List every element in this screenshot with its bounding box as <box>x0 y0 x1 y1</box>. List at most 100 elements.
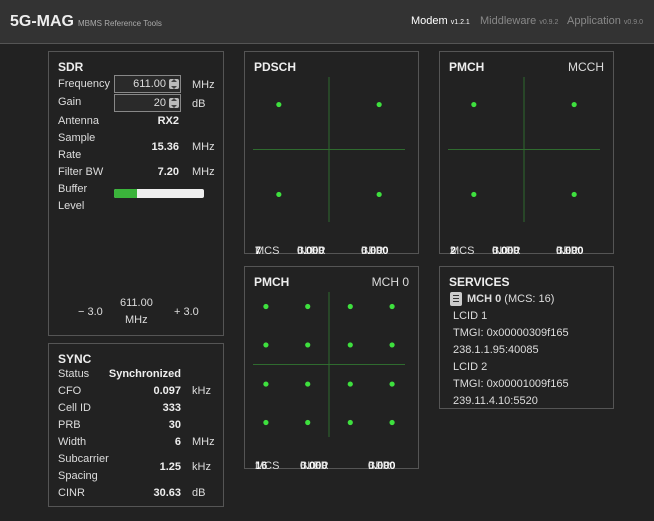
cinr-value: 30.63 <box>153 487 181 499</box>
constellation-point <box>571 191 577 198</box>
sample-rate-label-2: Rate <box>58 149 82 161</box>
width-label: Width <box>58 436 87 448</box>
nav-application-label: Application <box>567 15 621 27</box>
subcarrier-spacing-value: 1.25 <box>159 461 181 473</box>
pmch-mcch-subtitle: MCCH <box>568 60 604 74</box>
mch-entry[interactable]: MCH 0 (MCS: 16) <box>467 291 554 308</box>
pmch-mch0-ber-label: BER <box>368 460 391 472</box>
service-list-icon[interactable] <box>450 292 462 306</box>
cinr-unit: dB <box>192 487 206 499</box>
pdsch-mcs: MCS 7 <box>255 245 279 257</box>
pmch-mcch-panel: PMCH MCCH MCS 2 BLER 0.000 BER 0.000 <box>439 51 614 257</box>
cinr-label: CINR <box>58 487 85 499</box>
prb-value: 30 <box>168 419 181 431</box>
constellation-point <box>389 381 395 387</box>
subcarrier-spacing-label-1: Subcarrier <box>58 453 109 465</box>
pmch-mcch-ber-label: BER <box>556 245 579 257</box>
constellation-point <box>305 419 311 426</box>
pmch-mcch-bler-label: BLER <box>492 245 521 257</box>
status-label: Status <box>58 368 90 380</box>
sync-panel: SYNC Status Synchronized CFO 0.097 kHz C… <box>48 343 224 507</box>
pdsch-ber-label: BER <box>361 245 384 257</box>
subcarrier-spacing-label-2: Spacing <box>58 470 98 482</box>
nav-middleware[interactable]: Middleware v0.9.2 <box>480 15 558 27</box>
brand-subtitle: MBMS Reference Tools <box>78 19 162 28</box>
gain-unit: dB <box>192 98 206 110</box>
width-value: 6 <box>174 436 181 448</box>
constellation-point <box>305 342 311 348</box>
constellation-point <box>347 303 353 310</box>
lcid-1[interactable]: LCID 1 <box>453 308 487 325</box>
pmch-mcch-mcs: MCS 2 <box>450 245 474 257</box>
pdsch-title: PDSCH <box>254 60 297 74</box>
address-1: 238.1.1.95:40085 <box>453 344 539 356</box>
prb-label: PRB <box>58 419 81 431</box>
nav-modem-label: Modem <box>411 15 448 27</box>
constellation-point <box>347 381 353 387</box>
sample-rate-unit: MHz <box>192 141 215 153</box>
constellation-point <box>305 303 311 310</box>
lcid-2[interactable]: LCID 2 <box>453 359 487 376</box>
buffer-label-2: Level <box>58 200 85 212</box>
antenna-label: Antenna <box>58 115 99 127</box>
cfo-label: CFO <box>58 385 82 397</box>
tmgi-1: TMGI: 0x00000309f165 <box>453 327 569 339</box>
pmch-mcch-ber: BER 0.000 <box>556 245 584 257</box>
pmch-mch0-panel: PMCH MCH 0 MCS 16 BLER 0.000 BER 0.000 <box>244 266 419 472</box>
constellation-point <box>263 381 269 387</box>
pdsch-constellation-plot <box>253 77 405 222</box>
pdsch-constellation <box>253 77 405 222</box>
cell-id-label: Cell ID <box>58 402 92 414</box>
pmch-mcch-mcs-label: MCS <box>450 245 475 257</box>
constellation-point <box>347 419 353 426</box>
filter-bw-unit: MHz <box>192 166 215 178</box>
pmch-mcch-title: PMCH <box>449 60 485 74</box>
status-value: Synchronized <box>108 368 181 380</box>
pmch-mch0-ber: BER 0.000 <box>368 460 396 472</box>
gain-spinner-icon[interactable] <box>169 98 179 108</box>
constellation-point <box>276 191 282 198</box>
constellation-point <box>389 303 395 310</box>
constellation-point <box>276 101 282 108</box>
nav-application[interactable]: Application v0.9.0 <box>567 15 643 27</box>
buffer-level-bar <box>114 189 204 198</box>
navbar: 5G-MAG MBMS Reference Tools Modem v1.2.1… <box>0 0 654 44</box>
subcarrier-spacing-unit: kHz <box>192 461 211 473</box>
spectrum-axis-center-1: 611.00 <box>120 297 153 309</box>
constellation-point <box>571 101 577 108</box>
nav-middleware-version: v0.9.2 <box>539 19 559 26</box>
pmch-mcch-constellation-plot <box>448 77 600 222</box>
constellation-point <box>471 191 477 198</box>
frequency-value: 611.00 <box>133 78 166 90</box>
gain-label: Gain <box>58 96 82 108</box>
cell-id-value: 333 <box>162 402 181 414</box>
buffer-level-fill <box>114 189 137 198</box>
nav-modem[interactable]: Modem v1.2.1 <box>411 15 470 27</box>
frequency-spinner-icon[interactable] <box>169 79 179 89</box>
constellation-point <box>376 101 382 108</box>
nav-application-version: v0.9.0 <box>623 19 643 26</box>
constellation-point <box>471 101 477 108</box>
pmch-mch0-constellation-plot <box>253 292 405 437</box>
constellation-point <box>347 342 353 348</box>
services-panel: SERVICES MCH 0 (MCS: 16) LCID 1 TMGI: 0x… <box>439 266 614 409</box>
constellation-point <box>376 191 382 198</box>
pmch-mch0-subtitle: MCH 0 <box>371 275 409 289</box>
frequency-unit: MHz <box>192 79 215 91</box>
pmch-mch0-mcs: MCS 16 <box>255 460 279 472</box>
frequency-input[interactable]: 611.00 <box>114 75 181 93</box>
sdr-panel: SDR Frequency 611.00 MHz Gain 20 dB Ante… <box>48 51 224 336</box>
gain-input[interactable]: 20 <box>114 94 181 112</box>
pmch-mcch-bler: BLER 0.000 <box>492 245 521 257</box>
width-unit: MHz <box>192 436 215 448</box>
constellation-point <box>305 381 311 387</box>
spectrum-axis-center-2: MHz <box>125 314 148 326</box>
sample-rate-label-1: Sample <box>58 132 96 144</box>
mch-name: MCH 0 <box>467 293 502 305</box>
pmch-mch0-mcs-label: MCS <box>255 460 280 472</box>
pmch-mch0-title: PMCH <box>254 275 290 289</box>
nav-modem-version: v1.2.1 <box>450 19 470 26</box>
filter-bw-label: Filter BW <box>58 166 104 178</box>
constellation-point <box>389 419 395 426</box>
cfo-unit: kHz <box>192 385 211 397</box>
